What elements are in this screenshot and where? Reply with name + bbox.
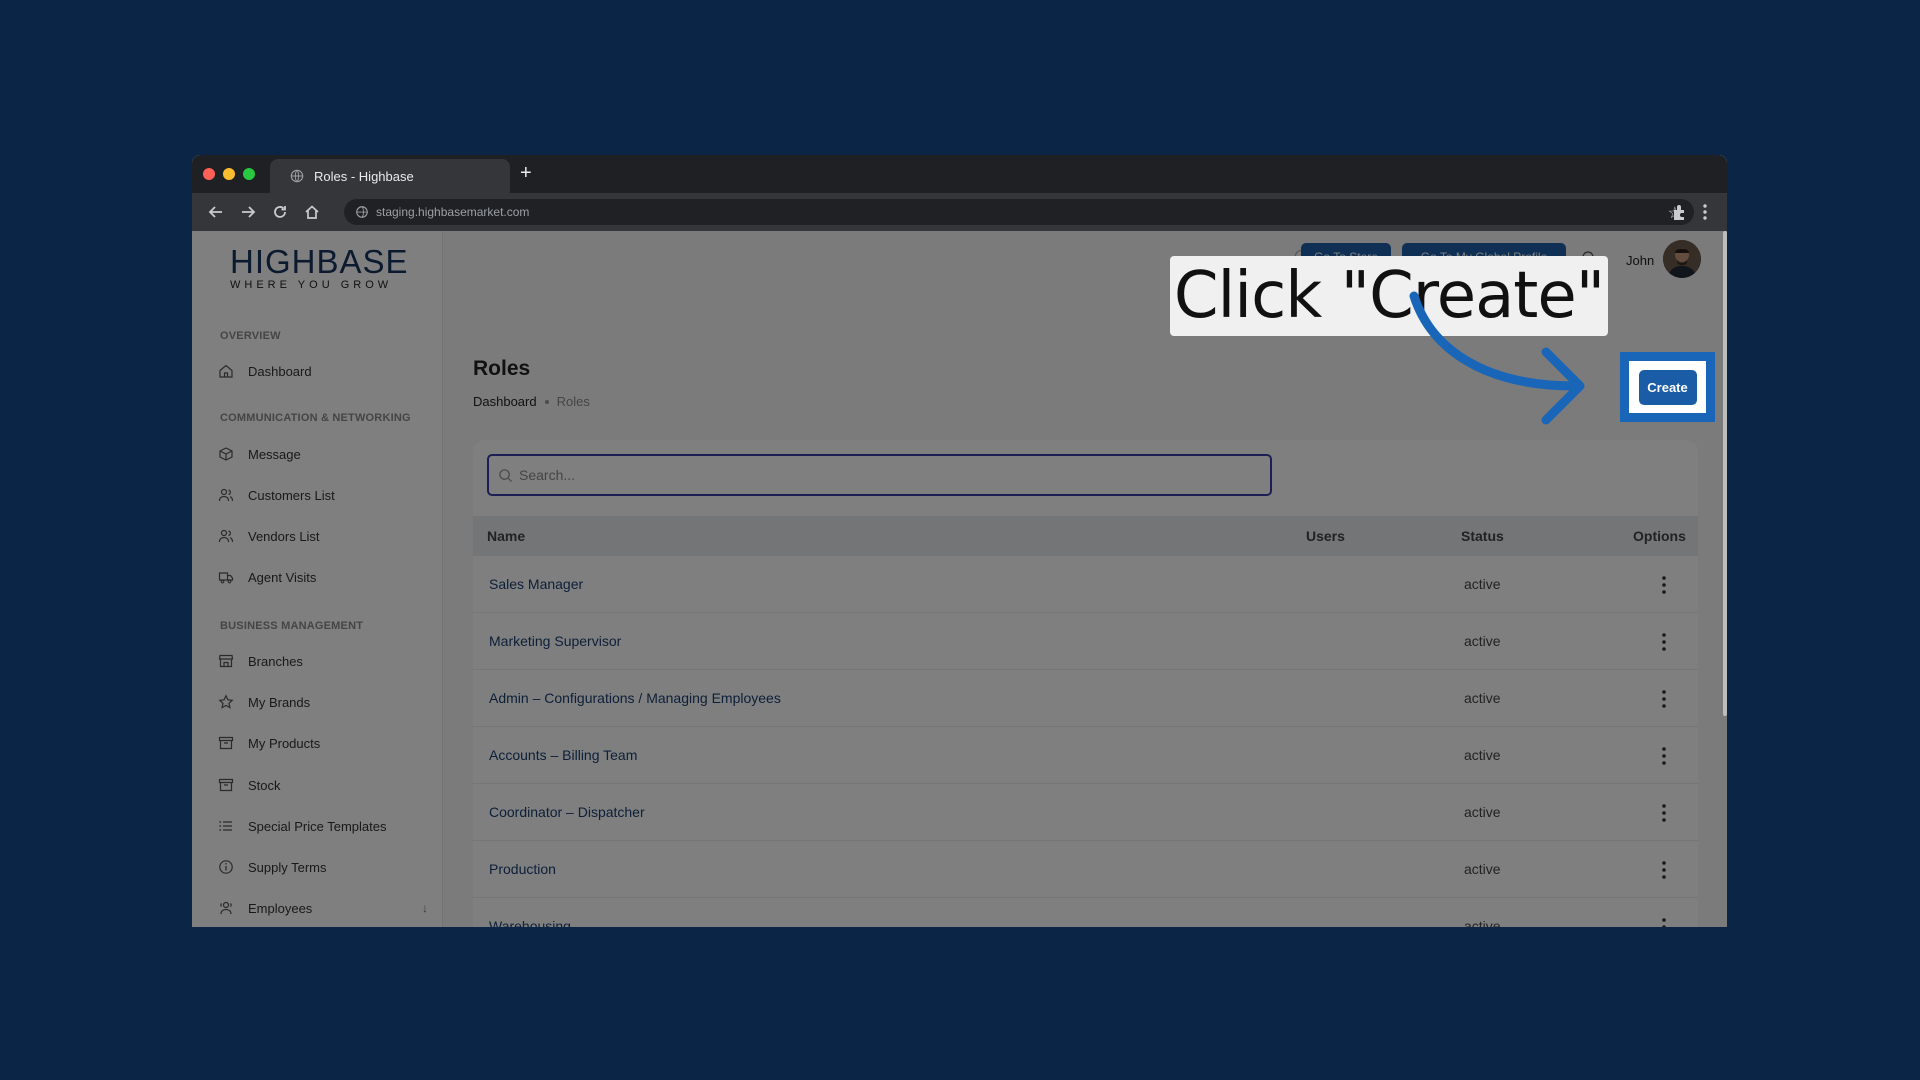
url-text: staging.highbasemarket.com xyxy=(376,205,530,219)
site-info-icon[interactable] xyxy=(355,205,369,219)
create-button-highlight: Create xyxy=(1620,352,1715,422)
browser-tab-title: Roles - Highbase xyxy=(314,168,414,184)
browser-menu-icon[interactable] xyxy=(1702,202,1708,222)
globe-icon xyxy=(290,169,304,183)
close-window-icon[interactable] xyxy=(203,168,215,180)
reload-icon[interactable] xyxy=(270,202,290,222)
new-tab-button[interactable]: + xyxy=(520,163,532,183)
page-scrollbar[interactable] xyxy=(1723,231,1727,716)
forward-icon[interactable] xyxy=(238,202,258,222)
home-browser-icon[interactable] xyxy=(302,202,322,222)
browser-address-bar: staging.highbasemarket.com ☆ xyxy=(192,193,1727,231)
browser-tab-bar: Roles - Highbase + xyxy=(192,155,1727,193)
back-icon[interactable] xyxy=(206,202,226,222)
extensions-icon[interactable] xyxy=(1670,202,1690,222)
minimize-window-icon[interactable] xyxy=(223,168,235,180)
url-field[interactable]: staging.highbasemarket.com ☆ xyxy=(344,199,1694,225)
maximize-window-icon[interactable] xyxy=(243,168,255,180)
create-button-highlighted[interactable]: Create xyxy=(1638,369,1697,405)
tutorial-arrow-icon xyxy=(1409,291,1585,425)
browser-tab[interactable]: Roles - Highbase xyxy=(270,159,510,193)
